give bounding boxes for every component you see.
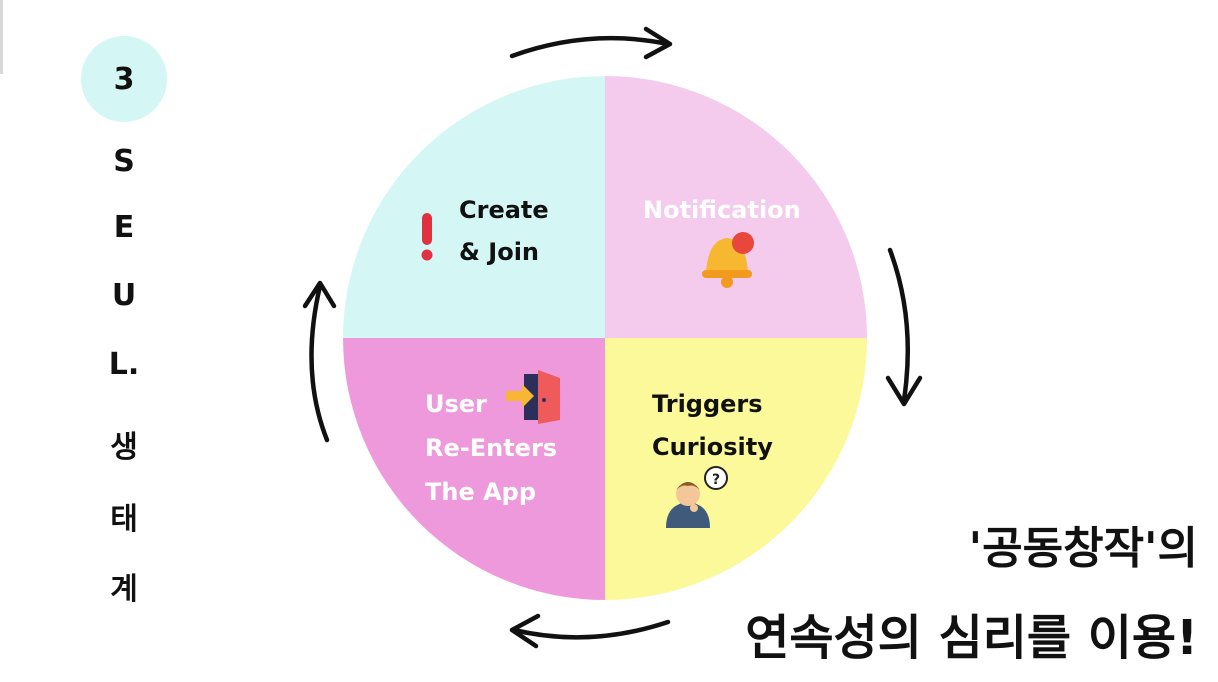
- label-line: User: [425, 390, 487, 418]
- label-line: Notification: [643, 196, 801, 224]
- label-notification: Notification: [643, 196, 801, 224]
- seul-ecosystem-slide: 3 S E U L. 생 태 계 ? Create & Join Notific…: [0, 0, 1218, 682]
- top-arrow: [509, 35, 671, 59]
- caption-line-1: '공동창작'의: [968, 523, 1198, 574]
- right-arrow: [887, 247, 911, 403]
- caption-line-2: 연속성의 심리를 이용!: [745, 610, 1198, 666]
- label-line: Create: [459, 196, 549, 224]
- quadrant-triggers-curiosity: [605, 338, 867, 600]
- label-line: Curiosity: [652, 433, 773, 461]
- left-arrow: [309, 283, 330, 443]
- cycle-diagram: ? Create & Join Notification User Re-Ent…: [302, 26, 923, 649]
- label-line: Triggers: [652, 390, 763, 418]
- label-line: The App: [425, 478, 536, 506]
- quadrant-user-reenters: [343, 338, 605, 600]
- label-line: & Join: [459, 238, 539, 266]
- question-mark: ?: [712, 472, 720, 488]
- exclamation-icon: [421, 213, 433, 261]
- label-line: Re-Enters: [425, 434, 557, 462]
- bottom-arrow: [511, 619, 671, 640]
